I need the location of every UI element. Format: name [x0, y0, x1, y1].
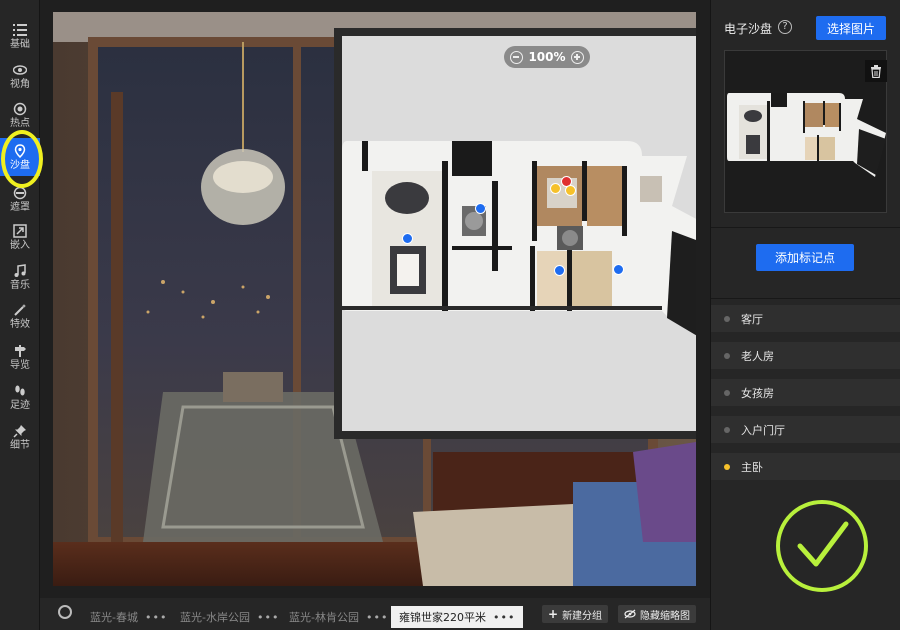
floorplan-overlay: 100% — [334, 28, 696, 439]
marker-list-item[interactable]: 客厅 — [711, 305, 900, 337]
tool-hotspot[interactable]: 热点 — [0, 96, 40, 134]
marker-name: 主卧 — [741, 460, 763, 474]
new-group-button[interactable]: + 新建分组 — [542, 605, 609, 623]
signpost-icon — [15, 344, 26, 357]
marker-master-bedroom-active[interactable] — [550, 183, 561, 194]
more-icon[interactable]: ••• — [145, 611, 167, 624]
tool-music[interactable]: 音乐 — [0, 258, 40, 296]
marker-name: 女孩房 — [741, 386, 774, 400]
tool-mask[interactable]: 遮罩 — [0, 180, 40, 218]
hide-thumbnails-button[interactable]: 隐藏缩略图 — [618, 605, 696, 623]
tool-embed[interactable]: 嵌入 — [0, 218, 40, 256]
tool-sandbox[interactable]: 沙盘 — [0, 138, 40, 176]
zoom-out-icon[interactable] — [510, 50, 523, 64]
marker-list-item[interactable]: 女孩房 — [711, 379, 900, 411]
zoom-in-icon[interactable] — [570, 50, 584, 64]
scene-library-icon[interactable] — [58, 605, 72, 619]
tool-basic[interactable]: 基础 — [0, 17, 40, 55]
floorplan-canvas[interactable]: 100% — [342, 36, 696, 431]
marker-list-item[interactable]: 老人房 — [711, 342, 900, 374]
status-dot — [724, 389, 730, 396]
more-icon[interactable]: ••• — [257, 611, 279, 624]
list-icon — [13, 23, 27, 36]
eye-icon — [13, 64, 27, 75]
marker-elder-room[interactable] — [554, 265, 565, 276]
tool-label: 遮罩 — [10, 201, 30, 213]
tool-guide[interactable]: 导览 — [0, 338, 40, 376]
status-dot — [724, 315, 730, 322]
tool-label: 基础 — [10, 38, 30, 50]
tool-label: 视角 — [10, 78, 30, 90]
trash-icon — [871, 64, 881, 78]
marker-entrance[interactable] — [475, 203, 486, 214]
panel-divider — [711, 298, 900, 299]
tool-label: 热点 — [10, 117, 30, 129]
tool-footprint[interactable]: 足迹 — [0, 378, 40, 416]
hotspot-icon — [13, 102, 27, 115]
status-dot — [724, 426, 730, 433]
marker-girl-room[interactable] — [613, 264, 624, 275]
select-image-button[interactable]: 选择图片 — [816, 16, 886, 40]
footprint-icon — [15, 385, 25, 395]
tool-effects[interactable]: 特效 — [0, 297, 40, 335]
music-icon — [14, 263, 26, 277]
zoom-control: 100% — [504, 46, 590, 68]
scene-tab-label: 蓝光-林肯公园 — [289, 611, 359, 624]
marker-name: 老人房 — [741, 349, 774, 363]
eye-off-icon — [624, 609, 636, 619]
editor-app: 基础 视角 热点 沙盘 遮罩 嵌入 音乐 特效 导览 足迹 细节 100% 蓝光… — [0, 0, 900, 630]
sandbox-panel: 电子沙盘 ? 选择图片 添加标记点 客厅 老人房 女孩房 入户门厅 主卧 — [710, 0, 900, 630]
scene-tab[interactable]: 蓝光-春城 ••• — [82, 606, 175, 628]
new-group-label: 新建分组 — [562, 610, 603, 622]
tool-label: 特效 — [10, 318, 30, 330]
scene-tab-label: 蓝光-春城 — [90, 611, 138, 624]
tool-detail[interactable]: 细节 — [0, 418, 40, 456]
marker-living-room[interactable] — [402, 233, 413, 244]
add-marker-button[interactable]: 添加标记点 — [756, 244, 854, 271]
scene-tab-bar: 蓝光-春城 ••• 蓝光-水岸公园 ••• 蓝光-林肯公园 ••• 雍锦世家22… — [40, 598, 710, 630]
panel-title: 电子沙盘 — [724, 22, 773, 36]
panel-divider — [711, 227, 900, 228]
tool-label: 细节 — [10, 439, 30, 451]
delete-image-button[interactable] — [865, 60, 887, 82]
hide-thumbnails-label: 隐藏缩略图 — [640, 610, 690, 622]
left-toolbar: 基础 视角 热点 沙盘 遮罩 嵌入 音乐 特效 导览 足迹 细节 — [0, 0, 40, 630]
floorplan-thumbnail — [727, 93, 886, 177]
zoom-level: 100% — [528, 50, 566, 64]
marker-name: 入户门厅 — [741, 423, 785, 437]
more-icon[interactable]: ••• — [366, 611, 388, 624]
tool-label: 足迹 — [10, 399, 30, 411]
marker-master-bedroom-2[interactable] — [565, 185, 576, 196]
mask-icon — [13, 186, 27, 199]
sandbox-thumbnail — [724, 50, 887, 213]
scene-tab-label: 雍锦世家220平米 — [399, 611, 486, 624]
tool-label: 沙盘 — [10, 159, 30, 171]
tool-view[interactable]: 视角 — [0, 57, 40, 95]
checkmark-icon — [776, 500, 868, 592]
location-pin-icon — [14, 143, 26, 158]
scene-tab-label: 蓝光-水岸公园 — [180, 611, 250, 624]
more-icon[interactable]: ••• — [493, 611, 515, 624]
tool-label: 嵌入 — [10, 239, 30, 251]
marker-name: 客厅 — [741, 312, 763, 326]
marker-list-item[interactable]: 入户门厅 — [711, 416, 900, 448]
magic-wand-icon — [14, 303, 26, 316]
pin-icon — [13, 424, 26, 438]
scene-tab[interactable]: 蓝光-林肯公园 ••• — [281, 606, 396, 628]
tool-label: 导览 — [10, 359, 30, 371]
status-dot — [724, 463, 730, 470]
scene-tab-active[interactable]: 雍锦世家220平米 ••• — [391, 606, 524, 628]
tool-label: 音乐 — [10, 279, 30, 291]
floorplan-image — [342, 141, 696, 336]
marker-list-item-current[interactable]: 主卧 — [711, 453, 900, 485]
help-icon[interactable]: ? — [778, 20, 792, 34]
scene-tab[interactable]: 蓝光-水岸公园 ••• — [172, 606, 287, 628]
panorama-viewer[interactable]: 100% — [53, 12, 696, 586]
plus-icon: + — [548, 607, 559, 621]
embed-icon — [13, 223, 27, 238]
status-dot — [724, 352, 730, 359]
